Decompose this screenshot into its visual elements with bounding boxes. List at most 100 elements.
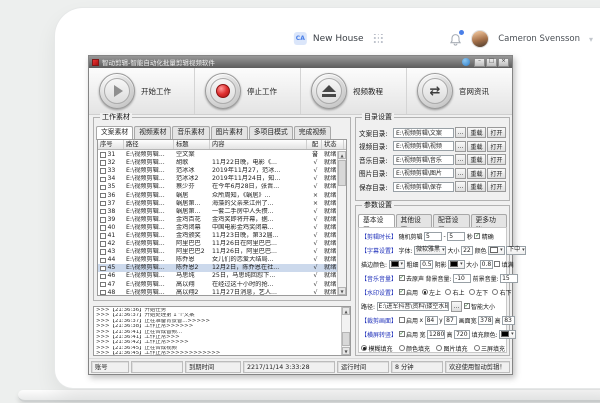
header-title[interactable]: 标题 <box>174 140 210 149</box>
row-checkbox[interactable] <box>100 258 106 264</box>
table-row[interactable]: 45 E:\视频剪辑... 陈乔恩2 12月2日，陈乔恩在社... √ 就绪 <box>98 264 337 272</box>
chevron-down-icon[interactable]: ▾ <box>589 35 593 44</box>
convert-height-input[interactable]: 720 <box>454 330 470 339</box>
header-num[interactable]: 序号 <box>98 140 124 149</box>
reload-button[interactable]: 重载 <box>467 154 486 165</box>
browse-button[interactable]: ... <box>455 127 466 138</box>
browse-button[interactable]: ... <box>455 141 466 152</box>
table-row[interactable]: 47 E:\视频剪辑... 高以翔 在经过这十小时的抢... √ 就绪 <box>98 281 337 289</box>
smart-size-checkbox[interactable] <box>464 303 470 309</box>
table-row[interactable]: 31 E:\视频剪辑... 空文案 √ 就绪 <box>98 151 337 159</box>
browse-button[interactable]: ... <box>455 154 466 165</box>
reload-button[interactable]: 重载 <box>467 141 486 152</box>
play-icon[interactable] <box>99 73 135 109</box>
open-button[interactable]: 打开 <box>487 168 506 179</box>
row-checkbox[interactable] <box>100 290 106 296</box>
table-row[interactable]: 32 E:\视频剪辑... 胡歌 11月22日晚，电影《... √ 就绪 <box>98 159 337 167</box>
header-content[interactable]: 内容 <box>210 140 307 149</box>
browse-button[interactable]: ... <box>455 181 466 192</box>
table-row[interactable]: 44 E:\视频剪辑... 陈乔恩 女儿们的恋爱大结局... √ 就绪 <box>98 256 337 264</box>
mute-checkbox[interactable] <box>399 275 405 281</box>
clip-from-input[interactable]: 5 <box>424 232 442 241</box>
font-color-select[interactable]: ▾ <box>488 246 505 255</box>
stroke-color-select[interactable]: ▾ <box>389 260 406 269</box>
fill-mode-radio[interactable]: 三屏填充 <box>474 344 506 353</box>
header-status[interactable]: 状态 <box>322 140 344 149</box>
scroll-down-icon[interactable]: ▼ <box>338 287 346 295</box>
row-checkbox[interactable] <box>100 177 106 183</box>
table-row[interactable]: 35 E:\视频剪辑... 蔡少芬 在今年6月28日，张晋... √ 就绪 <box>98 183 337 191</box>
shadow-size-input[interactable]: 0.8 <box>480 260 493 269</box>
row-checkbox[interactable] <box>100 266 106 272</box>
fill-mode-radio[interactable]: 图片填充 <box>436 344 468 353</box>
row-checkbox[interactable] <box>100 249 106 255</box>
watermark-path-input[interactable]: E:\进军抖音\资料\镂空水印.png <box>377 302 449 311</box>
material-tab[interactable]: 视频素材 <box>134 126 171 139</box>
watermark-enable-checkbox[interactable] <box>399 289 405 295</box>
subtitle-position-select[interactable]: 下中▾ <box>506 246 526 255</box>
maximize-button[interactable]: □ <box>486 58 497 67</box>
reload-button[interactable]: 重载 <box>467 168 486 179</box>
open-button[interactable]: 打开 <box>487 127 506 138</box>
row-checkbox[interactable] <box>100 209 106 215</box>
log-scroll-down-icon[interactable]: ▼ <box>342 347 350 355</box>
table-row[interactable]: 38 E:\视频剪辑... 蜗居第... 一套二手房中人头攒... √ 就绪 <box>98 208 337 216</box>
fg-volume-input[interactable]: 15 <box>500 274 518 283</box>
log-scroll-thumb[interactable] <box>342 332 350 346</box>
row-checkbox[interactable] <box>100 201 106 207</box>
clip-to-input[interactable]: 5 <box>447 232 465 241</box>
crop-x-input[interactable]: 84 <box>425 316 438 325</box>
row-checkbox[interactable] <box>100 241 106 247</box>
scroll-up-icon[interactable]: ▲ <box>338 151 346 159</box>
eject-icon[interactable] <box>311 73 347 109</box>
watermark-position-radio[interactable]: 右上 <box>445 288 465 297</box>
table-row[interactable]: 42 E:\视频剪辑... 阿里巴巴 11月26日在阿里巴巴... √ 就绪 <box>98 240 337 248</box>
shadow-color-select[interactable]: ▾ <box>448 260 465 269</box>
record-icon[interactable] <box>205 73 241 109</box>
fill-checkbox[interactable] <box>494 261 500 267</box>
precise-checkbox[interactable] <box>474 233 480 239</box>
table-scrollbar[interactable]: ▲ ▼ <box>337 151 346 295</box>
app-grid-icon[interactable] <box>374 34 384 44</box>
sync-icon[interactable]: ⇄ <box>417 73 453 109</box>
table-row[interactable]: 43 E:\视频剪辑... 阿里巴巴2 11月26日，阿里巴巴... √ 就绪 <box>98 248 337 256</box>
header-path[interactable]: 路径 <box>124 140 174 149</box>
crop-y-input[interactable]: 87 <box>444 316 457 325</box>
table-row[interactable]: 34 E:\视频剪辑... 范冰冰2 2019年11月24日，知... √ 就绪 <box>98 175 337 183</box>
material-tab[interactable]: 图片素材 <box>211 126 248 139</box>
convert-fill-color-select[interactable]: ▾ <box>499 330 516 339</box>
table-row[interactable]: 36 E:\视频剪辑... 蜗居 众所周知，《蜗居》... × 就绪 <box>98 191 337 199</box>
convert-enable-checkbox[interactable] <box>399 331 405 337</box>
video-tutorial-button[interactable]: 视频教程 <box>301 68 407 114</box>
minimize-button[interactable]: – <box>474 58 485 67</box>
crop-width-input[interactable]: 378 <box>478 316 493 325</box>
reload-button[interactable]: 重载 <box>467 181 486 192</box>
material-tab[interactable]: 完成视频 <box>294 126 331 139</box>
table-row[interactable]: 41 E:\视频剪辑... 金鸡颁奖 11月23日晚，第32届... √ 就绪 <box>98 232 337 240</box>
stroke-width-input[interactable]: 0.5 <box>420 260 433 269</box>
table-row[interactable]: 48 E:\视频剪辑... 高以翔2 11月27日消息，艺人... √ 就绪 <box>98 289 337 296</box>
row-checkbox[interactable] <box>100 282 106 288</box>
support-icon[interactable] <box>462 58 470 66</box>
row-checkbox[interactable] <box>100 225 106 231</box>
table-row[interactable]: 33 E:\视频剪辑... 范冰冰 2019年11月27，范冰... √ 就绪 <box>98 167 337 175</box>
row-checkbox[interactable] <box>100 152 106 158</box>
row-checkbox[interactable] <box>100 274 106 280</box>
log-scroll-up-icon[interactable]: ▲ <box>342 307 350 315</box>
row-checkbox[interactable] <box>100 168 106 174</box>
material-tab[interactable]: 文案素材 <box>96 126 133 140</box>
crop-enable-checkbox[interactable] <box>399 317 405 323</box>
site-news-button[interactable]: ⇄ 官网资讯 <box>407 68 512 114</box>
watermark-browse-button[interactable]: ... <box>451 301 462 312</box>
directory-path-input[interactable]: E:\视频剪辑\保存 <box>393 182 454 192</box>
directory-path-input[interactable]: E:\视频剪辑\文案 <box>393 128 454 138</box>
close-button[interactable]: × <box>498 58 509 67</box>
font-size-input[interactable]: 22 <box>461 246 473 255</box>
table-row[interactable]: 46 E:\视频剪辑... 马思纯 25日，马思纯回怼下... √ 就绪 <box>98 272 337 280</box>
row-checkbox[interactable] <box>100 217 106 223</box>
log-scrollbar[interactable]: ▲ ▼ <box>341 307 350 355</box>
open-button[interactable]: 打开 <box>487 181 506 192</box>
material-tab[interactable]: 音乐素材 <box>172 126 209 139</box>
open-button[interactable]: 打开 <box>487 141 506 152</box>
watermark-position-radio[interactable]: 左下 <box>469 288 489 297</box>
